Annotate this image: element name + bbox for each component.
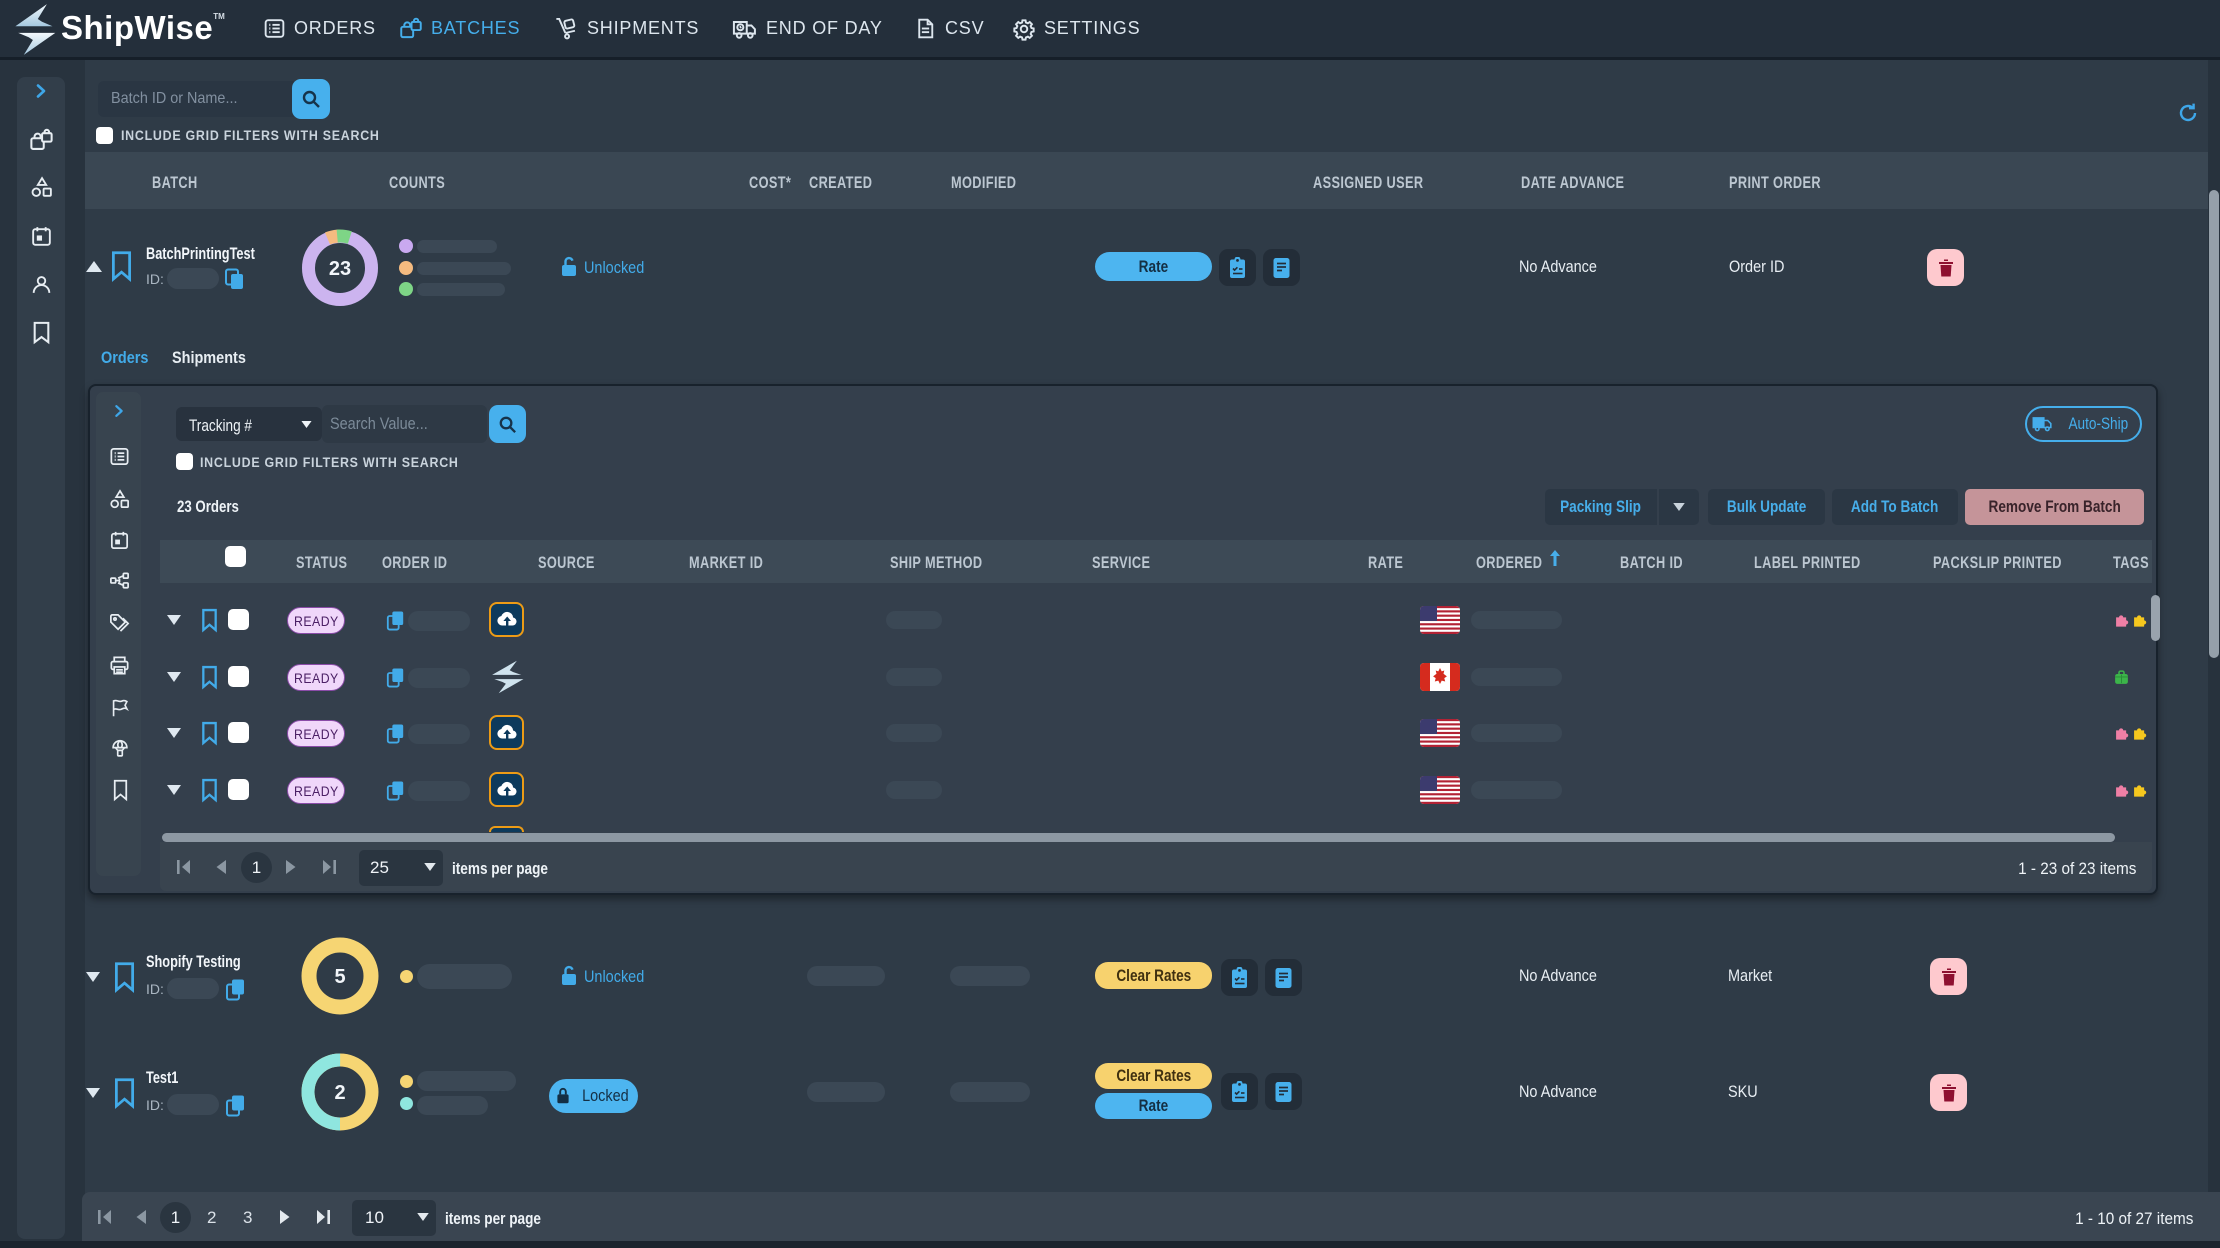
svg-text:5: 5 — [334, 966, 345, 988]
svg-text:23: 23 — [329, 258, 351, 280]
svg-text:2: 2 — [334, 1082, 345, 1104]
